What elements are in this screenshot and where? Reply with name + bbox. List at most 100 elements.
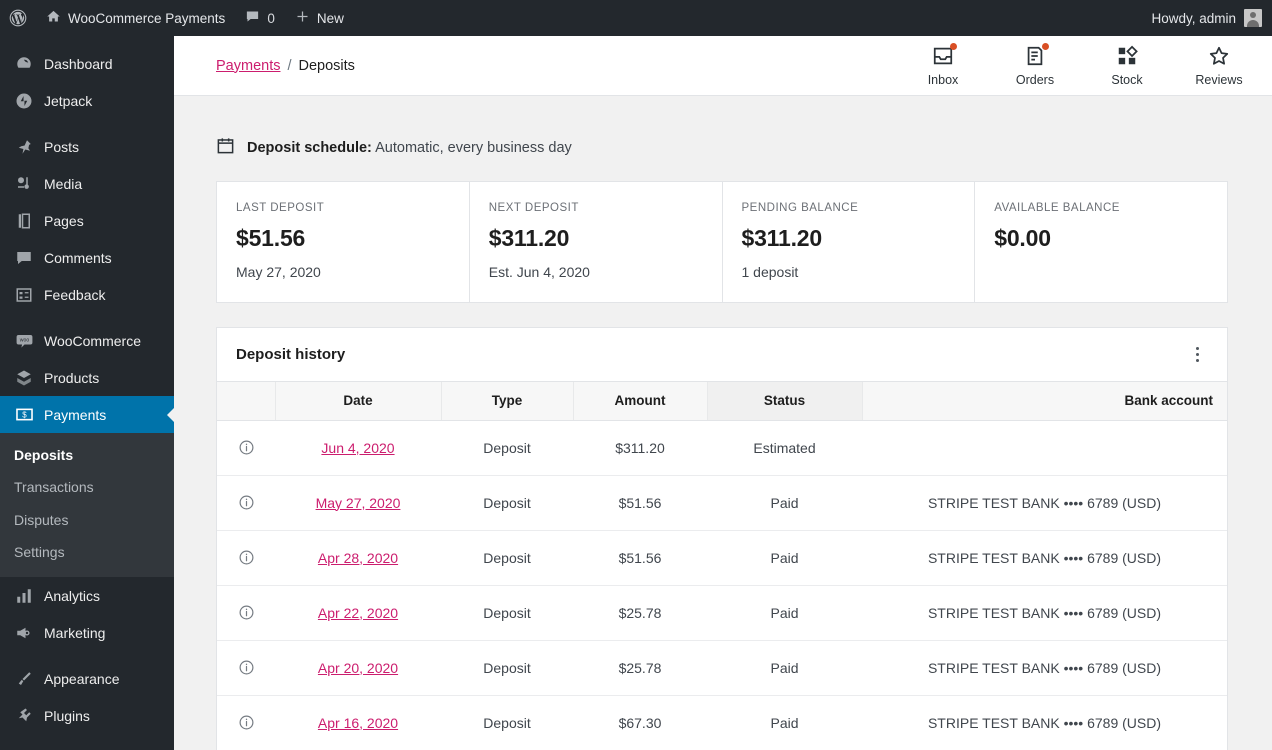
breadcrumb: Payments / Deposits <box>216 58 355 74</box>
summary-card-last-deposit: LAST DEPOSIT $51.56 May 27, 2020 <box>217 182 470 302</box>
row-status-cell: Estimated <box>707 420 862 476</box>
wordpress-logo-icon <box>8 8 28 28</box>
sidebar-item-posts[interactable]: Posts <box>0 128 174 165</box>
deposit-date-link[interactable]: Apr 20, 2020 <box>318 660 398 676</box>
deposit-history-title: Deposit history <box>236 346 346 363</box>
howdy-label: Howdy, admin <box>1151 10 1236 26</box>
sidebar-item-label: Marketing <box>44 624 106 641</box>
deposit-date-link[interactable]: Apr 16, 2020 <box>318 715 398 731</box>
info-icon[interactable] <box>238 439 255 456</box>
row-status-cell: Paid <box>707 585 862 641</box>
orders-icon <box>1023 43 1049 68</box>
info-icon[interactable] <box>238 714 255 731</box>
calendar-icon <box>216 136 235 160</box>
sidebar-item-woocommerce[interactable]: woo WooCommerce <box>0 322 174 359</box>
jetpack-icon <box>14 91 34 111</box>
orders-button[interactable]: Orders <box>1004 43 1066 87</box>
table-row[interactable]: May 27, 2020 Deposit $51.56 Paid STRIPE … <box>217 475 1227 531</box>
table-header: Date Type Amount Status Bank account <box>217 382 1227 421</box>
deposit-history-header: Deposit history <box>217 328 1227 382</box>
row-status-cell: Paid <box>707 530 862 586</box>
info-icon[interactable] <box>238 604 255 621</box>
table-row[interactable]: Apr 16, 2020 Deposit $67.30 Paid STRIPE … <box>217 695 1227 750</box>
deposit-date-link[interactable]: Apr 22, 2020 <box>318 605 398 621</box>
col-header-amount[interactable]: Amount <box>573 382 708 421</box>
sidebar-item-marketing[interactable]: Marketing <box>0 614 174 651</box>
row-info-cell <box>217 475 275 531</box>
sidebar-item-comments[interactable]: Comments <box>0 239 174 276</box>
submenu-item-disputes[interactable]: Disputes <box>0 504 174 536</box>
info-icon[interactable] <box>238 494 255 511</box>
appearance-icon <box>14 669 34 689</box>
info-icon[interactable] <box>238 659 255 676</box>
deposit-date-link[interactable]: Jun 4, 2020 <box>321 440 394 456</box>
table-row[interactable]: Apr 20, 2020 Deposit $25.78 Paid STRIPE … <box>217 640 1227 696</box>
account-menu[interactable]: Howdy, admin <box>1151 9 1272 27</box>
inbox-button[interactable]: Inbox <box>912 43 974 87</box>
table-row[interactable]: Jun 4, 2020 Deposit $311.20 Estimated <box>217 420 1227 476</box>
menu-divider <box>0 313 174 322</box>
col-header-date[interactable]: Date <box>275 382 442 421</box>
deposit-schedule-text: Deposit schedule: Automatic, every busin… <box>247 140 572 156</box>
deposits-page-body: Deposit schedule: Automatic, every busin… <box>174 96 1272 750</box>
sidebar-item-pages[interactable]: Pages <box>0 202 174 239</box>
summary-value: $51.56 <box>236 225 306 251</box>
sidebar-item-feedback[interactable]: Feedback <box>0 276 174 313</box>
avatar <box>1244 9 1262 27</box>
sidebar-item-label: Products <box>44 369 100 386</box>
menu-divider <box>0 119 174 128</box>
deposit-schedule-value: Automatic, every business day <box>375 140 572 156</box>
summary-value: $311.20 <box>488 225 570 251</box>
breadcrumb-link-payments[interactable]: Payments <box>216 58 280 74</box>
table-header-row: Date Type Amount Status Bank account <box>217 382 1227 421</box>
row-date-cell: Apr 28, 2020 <box>275 530 441 586</box>
reviews-button[interactable]: Reviews <box>1188 44 1250 87</box>
summary-label: PENDING BALANCE <box>741 202 859 214</box>
sidebar-item-label: Jetpack <box>44 92 93 109</box>
sidebar-item-analytics[interactable]: Analytics <box>0 577 174 614</box>
new-label: New <box>316 10 344 26</box>
table-body: Jun 4, 2020 Deposit $311.20 Estimated Ma… <box>217 420 1227 750</box>
deposit-date-link[interactable]: Apr 28, 2020 <box>318 550 398 566</box>
row-date-cell: Apr 20, 2020 <box>275 640 441 696</box>
submenu-item-deposits[interactable]: Deposits <box>0 439 174 471</box>
summary-value: $311.20 <box>741 225 823 251</box>
menu-divider <box>0 651 174 660</box>
sidebar-item-products[interactable]: Products <box>0 359 174 396</box>
inbox-icon <box>931 43 957 68</box>
sidebar-item-label: Media <box>44 175 83 192</box>
sidebar-item-appearance[interactable]: Appearance <box>0 660 174 697</box>
sidebar-item-label: Payments <box>44 406 107 423</box>
deposit-date-link[interactable]: May 27, 2020 <box>316 495 401 511</box>
new-content-button[interactable]: New <box>285 0 354 36</box>
info-icon[interactable] <box>238 549 255 566</box>
row-type-cell: Deposit <box>441 585 573 641</box>
sidebar-item-label: Feedback <box>44 286 106 303</box>
stock-label: Stock <box>1111 73 1143 87</box>
wp-logo-button[interactable] <box>0 0 36 36</box>
payments-submenu: Deposits Transactions Disputes Settings <box>0 433 174 578</box>
col-header-status[interactable]: Status <box>707 382 863 421</box>
sidebar-item-plugins[interactable]: Plugins <box>0 697 174 734</box>
submenu-item-settings[interactable]: Settings <box>0 536 174 568</box>
kebab-menu-icon[interactable] <box>1184 342 1210 368</box>
summary-label: LAST DEPOSIT <box>236 202 325 214</box>
dashboard-icon <box>14 54 34 74</box>
sidebar-item-media[interactable]: Media <box>0 165 174 202</box>
breadcrumb-separator: / <box>287 57 292 74</box>
sidebar-item-jetpack[interactable]: Jetpack <box>0 82 174 119</box>
submenu-item-transactions[interactable]: Transactions <box>0 471 174 503</box>
row-date-cell: May 27, 2020 <box>275 475 441 531</box>
row-info-cell <box>217 530 275 586</box>
row-amount-cell: $25.78 <box>573 585 707 641</box>
sidebar-item-dashboard[interactable]: Dashboard <box>0 45 174 82</box>
table-row[interactable]: Apr 28, 2020 Deposit $51.56 Paid STRIPE … <box>217 530 1227 586</box>
col-header-bank-account[interactable]: Bank account <box>862 382 1227 421</box>
comments-button[interactable]: 0 <box>235 0 285 36</box>
col-header-type[interactable]: Type <box>441 382 574 421</box>
sidebar-item-payments[interactable]: $ Payments <box>0 396 174 433</box>
table-row[interactable]: Apr 22, 2020 Deposit $25.78 Paid STRIPE … <box>217 585 1227 641</box>
stock-button[interactable]: Stock <box>1096 44 1158 87</box>
site-name-button[interactable]: WooCommerce Payments <box>36 0 235 36</box>
sidebar-item-label: Analytics <box>44 587 101 604</box>
